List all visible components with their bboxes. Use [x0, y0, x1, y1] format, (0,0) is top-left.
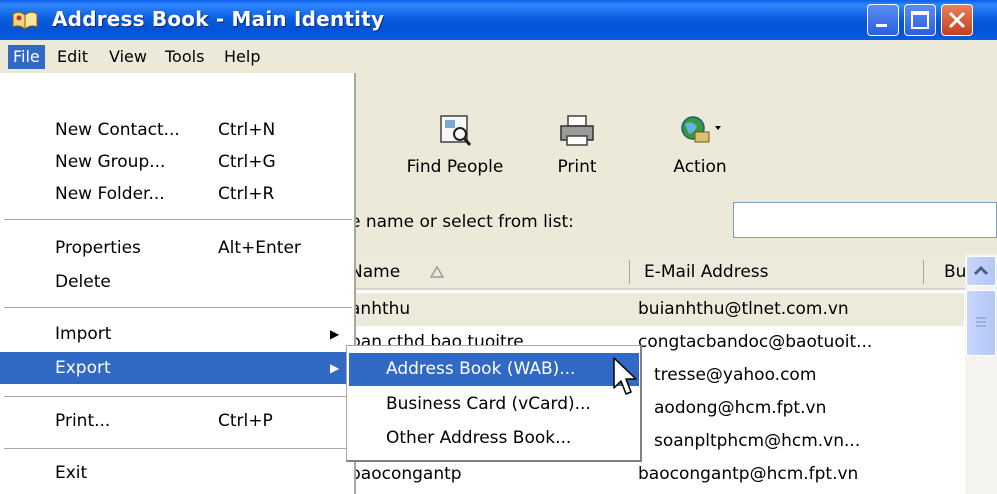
menu-item-print[interactable]: Print... Ctrl+P — [0, 406, 354, 436]
contact-row[interactable]: anhthu buianhthu@tlnet.com.vn — [342, 293, 964, 326]
contact-email: soanpltphcm@hcm.vn... — [654, 431, 861, 451]
find-people-button[interactable]: Find People — [392, 114, 518, 177]
print-button[interactable]: Print — [544, 114, 610, 177]
menu-separator — [4, 219, 352, 220]
sort-ascending-icon — [430, 266, 444, 278]
column-email-label: E-Mail Address — [644, 262, 769, 282]
contact-email: tresse@yahoo.com — [654, 365, 817, 385]
menu-item-shortcut: Ctrl+P — [218, 411, 273, 431]
contact-name: baocongantp — [350, 464, 462, 484]
minimize-button[interactable] — [867, 4, 899, 36]
menu-item-label: New Contact... — [55, 120, 180, 140]
contact-email: congtacbandoc@baotuoit... — [638, 332, 873, 352]
menu-item-label: Export — [55, 358, 111, 378]
column-header-email[interactable]: E-Mail Address — [630, 254, 924, 290]
print-label: Print — [557, 157, 597, 177]
menu-item-shortcut: Ctrl+G — [218, 152, 276, 172]
menu-item-shortcut: Ctrl+N — [218, 120, 276, 140]
mouse-pointer-icon — [613, 357, 637, 395]
submenu-item-other-address-book[interactable]: Other Address Book... — [349, 422, 639, 455]
menu-item-new-group[interactable]: New Group... Ctrl+G — [0, 147, 354, 177]
menu-item-label: Properties — [55, 238, 141, 258]
submenu-arrow-icon: ▶ — [330, 361, 340, 375]
printer-icon — [560, 115, 594, 146]
column-header-name[interactable]: Name — [342, 254, 630, 290]
menu-item-properties[interactable]: Properties Alt+Enter — [0, 233, 354, 263]
maximize-icon — [911, 11, 929, 29]
menu-file[interactable]: File — [8, 45, 45, 69]
menu-item-new-contact[interactable]: New Contact... Ctrl+N — [0, 115, 354, 145]
minimize-icon — [876, 24, 887, 27]
action-label: Action — [673, 157, 727, 177]
find-people-label: Find People — [406, 157, 504, 177]
scroll-up-button[interactable] — [966, 256, 996, 286]
menu-item-new-folder[interactable]: New Folder... Ctrl+R — [0, 179, 354, 209]
menu-separator — [4, 307, 352, 308]
grip-icon — [976, 317, 986, 327]
menu-item-shortcut: Ctrl+R — [218, 184, 275, 204]
submenu-item-label: Address Book (WAB)... — [386, 359, 576, 379]
menu-item-label: New Folder... — [55, 184, 165, 204]
menu-item-shortcut: Alt+Enter — [218, 238, 301, 258]
maximize-button[interactable] — [904, 4, 936, 36]
window-title: Address Book - Main Identity — [52, 7, 385, 31]
action-button[interactable]: Action — [660, 114, 740, 177]
menu-item-import[interactable]: Import ▶ — [0, 319, 354, 349]
file-menu-dropdown: New Contact... Ctrl+N New Group... Ctrl+… — [0, 73, 356, 494]
chevron-up-icon — [973, 265, 989, 276]
menu-edit[interactable]: Edit — [52, 45, 93, 69]
submenu-item-address-book-wab[interactable]: Address Book (WAB)... — [349, 353, 639, 386]
action-globe-icon — [681, 116, 721, 143]
find-people-icon — [440, 115, 472, 146]
column-name-label: Name — [350, 262, 401, 282]
contact-email: aodong@hcm.fpt.vn — [654, 398, 827, 418]
close-icon — [948, 11, 966, 29]
close-button[interactable] — [941, 4, 973, 36]
vertical-scrollbar[interactable] — [965, 254, 997, 494]
menu-tools[interactable]: Tools — [160, 45, 209, 69]
contact-row[interactable]: baocongantp baocongantp@hcm.fpt.vn — [342, 458, 964, 491]
menu-separator — [4, 396, 352, 397]
title-bar[interactable]: Address Book - Main Identity — [0, 0, 997, 40]
menu-item-label: New Group... — [55, 152, 166, 172]
menu-item-delete[interactable]: Delete — [0, 267, 354, 297]
contact-email: baocongantp@hcm.fpt.vn — [638, 464, 859, 484]
search-input[interactable] — [733, 202, 997, 238]
menu-bar: File Edit View Tools Help — [0, 40, 997, 73]
menu-help[interactable]: Help — [219, 45, 265, 69]
scroll-thumb[interactable] — [966, 290, 996, 356]
menu-item-label: Print... — [55, 411, 111, 431]
menu-item-export[interactable]: Export ▶ — [0, 352, 354, 384]
submenu-item-business-card[interactable]: Business Card (vCard)... — [349, 388, 639, 421]
export-submenu: Address Book (WAB)... Business Card (vCa… — [346, 345, 642, 462]
menu-item-label: Exit — [55, 463, 88, 483]
submenu-item-label: Business Card (vCard)... — [386, 394, 591, 414]
contact-email: buianhthu@tlnet.com.vn — [638, 299, 849, 319]
search-label: e name or select from list: — [350, 212, 574, 232]
menu-item-label: Import — [55, 324, 112, 344]
submenu-arrow-icon: ▶ — [330, 327, 340, 341]
menu-item-exit[interactable]: Exit — [0, 458, 354, 488]
menu-view[interactable]: View — [104, 45, 152, 69]
submenu-item-label: Other Address Book... — [386, 428, 572, 448]
address-book-icon — [12, 11, 38, 31]
column-business-label: Bu — [944, 262, 967, 282]
menu-item-label: Delete — [55, 272, 111, 292]
contact-name: anhthu — [350, 299, 411, 319]
menu-separator — [4, 448, 352, 449]
